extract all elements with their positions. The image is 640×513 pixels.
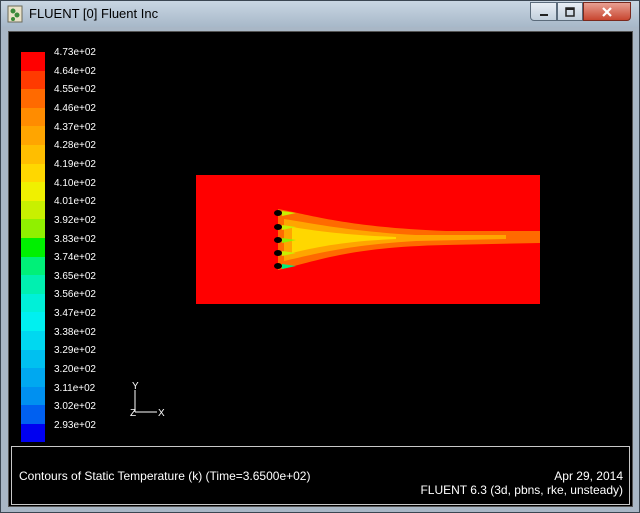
colormap-swatch <box>21 144 45 164</box>
colormap-label: 3.56e+02 <box>54 289 96 301</box>
colormap-label: 3.47e+02 <box>54 308 96 320</box>
solver-version: FLUENT 6.3 (3d, pbns, rke, unsteady) <box>420 483 623 497</box>
colormap-label: 3.11e+02 <box>54 382 96 394</box>
colormap-swatch <box>21 423 45 443</box>
colormap-swatch <box>21 275 45 294</box>
colormap-swatch <box>21 237 45 257</box>
graphics-display[interactable]: 4.73e+02 4.64e+02 4.55e+02 4.46e+02 4.37e+02… <box>8 31 633 507</box>
window-title: FLUENT [0] Fluent Inc <box>29 6 159 21</box>
fluent-window: FLUENT [0] Fluent Inc 4.73e+02 4.64e+02 4.… <box>0 0 640 513</box>
colormap-label: 3.20e+02 <box>54 364 96 376</box>
colormap-label: 4.64e+02 <box>54 65 96 77</box>
colormap-swatch <box>21 126 45 145</box>
colormap-swatch <box>21 163 45 183</box>
colormap-swatch <box>21 330 45 350</box>
minimize-icon <box>539 13 548 16</box>
maximize-button[interactable] <box>557 2 583 21</box>
colormap-label: 2.93e+02 <box>54 420 96 431</box>
colormap-swatch <box>21 368 45 387</box>
axis-x-label: X <box>158 408 165 419</box>
plot-date: Apr 29, 2014 <box>554 469 623 483</box>
plot-caption: Contours of Static Temperature (k) (Time… <box>19 469 311 483</box>
maximize-icon <box>565 6 575 17</box>
minimize-button[interactable] <box>530 2 557 21</box>
colormap-label: 4.28e+02 <box>54 140 96 152</box>
info-footer: Contours of Static Temperature (k) (Time… <box>11 446 630 505</box>
colormap-label: 3.92e+02 <box>54 214 96 226</box>
colormap-label: 4.46e+02 <box>54 102 96 114</box>
colormap-bar <box>21 52 45 443</box>
colormap-label: 4.19e+02 <box>54 158 96 170</box>
colormap-swatch <box>21 200 45 220</box>
colormap-label: 3.38e+02 <box>54 326 96 338</box>
colormap-swatch <box>21 312 45 331</box>
close-icon <box>602 6 612 17</box>
title-bar[interactable]: FLUENT [0] Fluent Inc <box>1 1 639 27</box>
colormap-label: 4.01e+02 <box>54 196 96 208</box>
colormap-label: 3.74e+02 <box>54 252 96 264</box>
colormap-swatch <box>21 182 45 201</box>
close-button[interactable] <box>583 2 631 21</box>
colormap-swatch <box>21 70 45 90</box>
axis-z-label: Z <box>130 408 136 419</box>
colormap-swatch <box>21 349 45 369</box>
contour-plot <box>196 175 540 304</box>
colormap-swatch <box>21 256 45 276</box>
colormap-swatch <box>21 293 45 313</box>
colormap-label: 4.55e+02 <box>54 84 96 96</box>
colormap-swatch <box>21 52 45 71</box>
colormap-label: 3.29e+02 <box>54 345 96 357</box>
colormap-label: 3.83e+02 <box>54 233 96 245</box>
colormap-label: 3.02e+02 <box>54 401 96 413</box>
colormap-swatch <box>21 107 45 127</box>
axis-triad: Y X Z <box>130 382 165 419</box>
colormap-label: 3.65e+02 <box>54 270 96 282</box>
colormap-label: 4.10e+02 <box>54 177 96 189</box>
colormap-label: 4.73e+02 <box>54 47 96 58</box>
colormap-swatch <box>21 219 45 238</box>
colormap-swatch <box>21 405 45 424</box>
colormap-swatch <box>21 89 45 108</box>
fluent-app-icon <box>7 5 23 23</box>
axis-y-label: Y <box>132 382 139 392</box>
colormap-label: 4.37e+02 <box>54 121 96 133</box>
colormap-swatch <box>21 386 45 406</box>
